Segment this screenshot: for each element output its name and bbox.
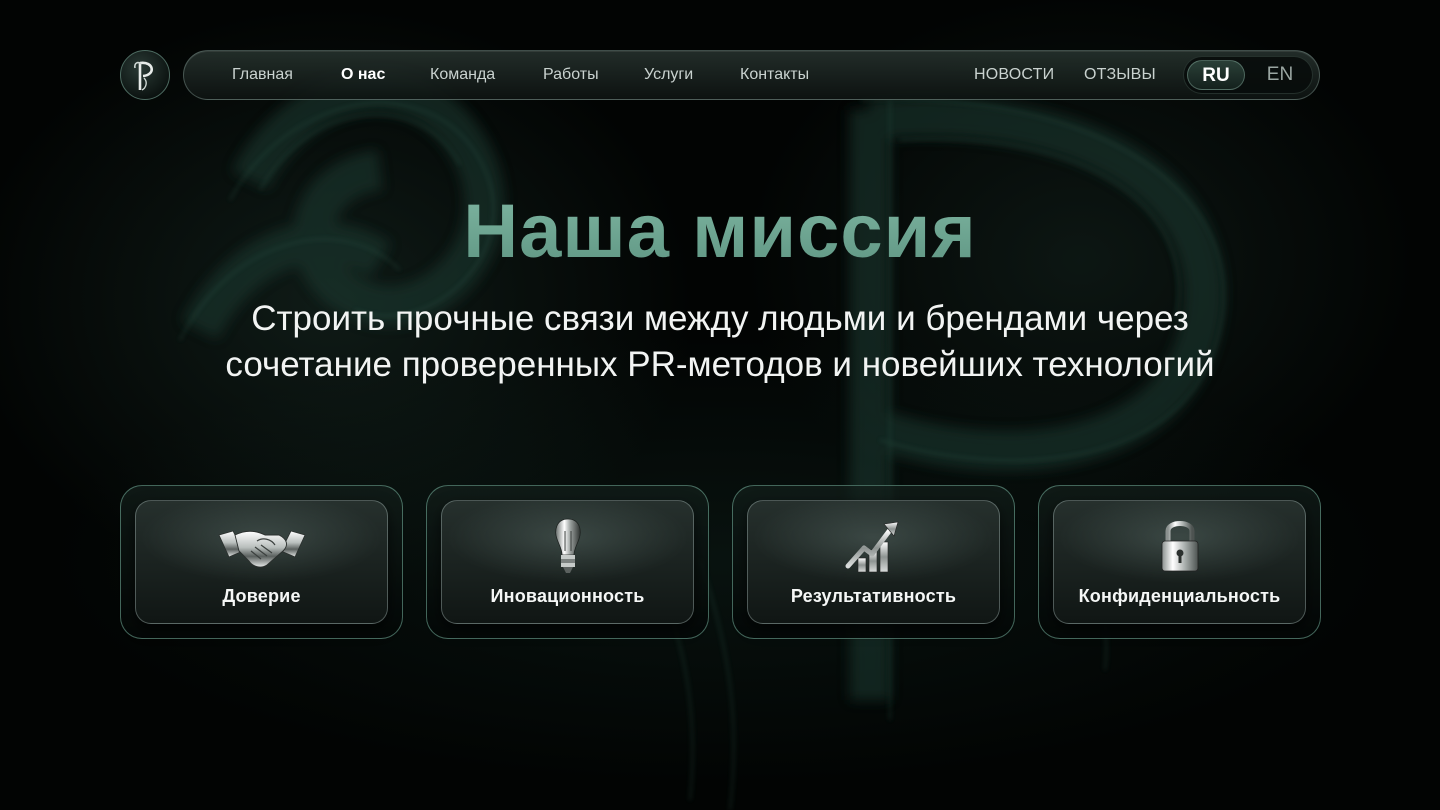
nav-item-works[interactable]: Работы (543, 51, 599, 99)
value-card-label: Конфиденциальность (1078, 586, 1281, 606)
language-en-button[interactable]: EN (1251, 60, 1309, 90)
padlock-icon (1135, 517, 1225, 575)
light-bulb-icon (523, 517, 613, 575)
value-card-label: Иновационность (490, 586, 645, 606)
value-card-trust[interactable]: Доверие (120, 485, 403, 639)
value-card-confidentiality[interactable]: Конфиденциальность (1038, 485, 1321, 639)
monogram-logo-icon (134, 61, 153, 91)
handshake-icon (217, 517, 307, 575)
value-card-label: Результативность (790, 586, 957, 606)
growth-chart-icon (829, 517, 919, 575)
value-card-effectiveness[interactable]: Результативность (732, 485, 1015, 639)
background-monogram-art (179, 72, 1225, 810)
value-card-inner: Результативность (747, 500, 1000, 624)
nav-item-contacts[interactable]: Контакты (740, 51, 809, 99)
nav-item-team[interactable]: Команда (430, 51, 495, 99)
page: Главная О нас Команда Работы Услуги Конт… (0, 0, 1440, 810)
language-switcher: RU EN (1183, 56, 1313, 94)
value-card-inner: Иновационность (441, 500, 694, 624)
logo[interactable] (120, 50, 170, 100)
nav-item-home[interactable]: Главная (232, 51, 293, 99)
language-ru-button[interactable]: RU (1187, 60, 1245, 90)
value-card-innovation[interactable]: Иновационность (426, 485, 709, 639)
mission-title: Наша миссия (0, 188, 1440, 275)
mission-statement-line-2: сочетание проверенных PR-методов и новей… (225, 345, 1215, 384)
value-card-inner: Доверие (135, 500, 388, 624)
value-card-inner: Конфиденциальность (1053, 500, 1306, 624)
mission-statement: Строить прочные связи между людьми и бре… (120, 296, 1320, 388)
main-navigation: Главная О нас Команда Работы Услуги Конт… (183, 50, 1320, 100)
nav-item-about[interactable]: О нас (341, 51, 385, 99)
nav-item-services[interactable]: Услуги (644, 51, 693, 99)
value-card-label: Доверие (222, 586, 301, 606)
nav-item-news[interactable]: НОВОСТИ (974, 51, 1054, 99)
mission-statement-line-1: Строить прочные связи между людьми и бре… (251, 299, 1189, 338)
nav-item-reviews[interactable]: ОТЗЫВЫ (1084, 51, 1156, 99)
